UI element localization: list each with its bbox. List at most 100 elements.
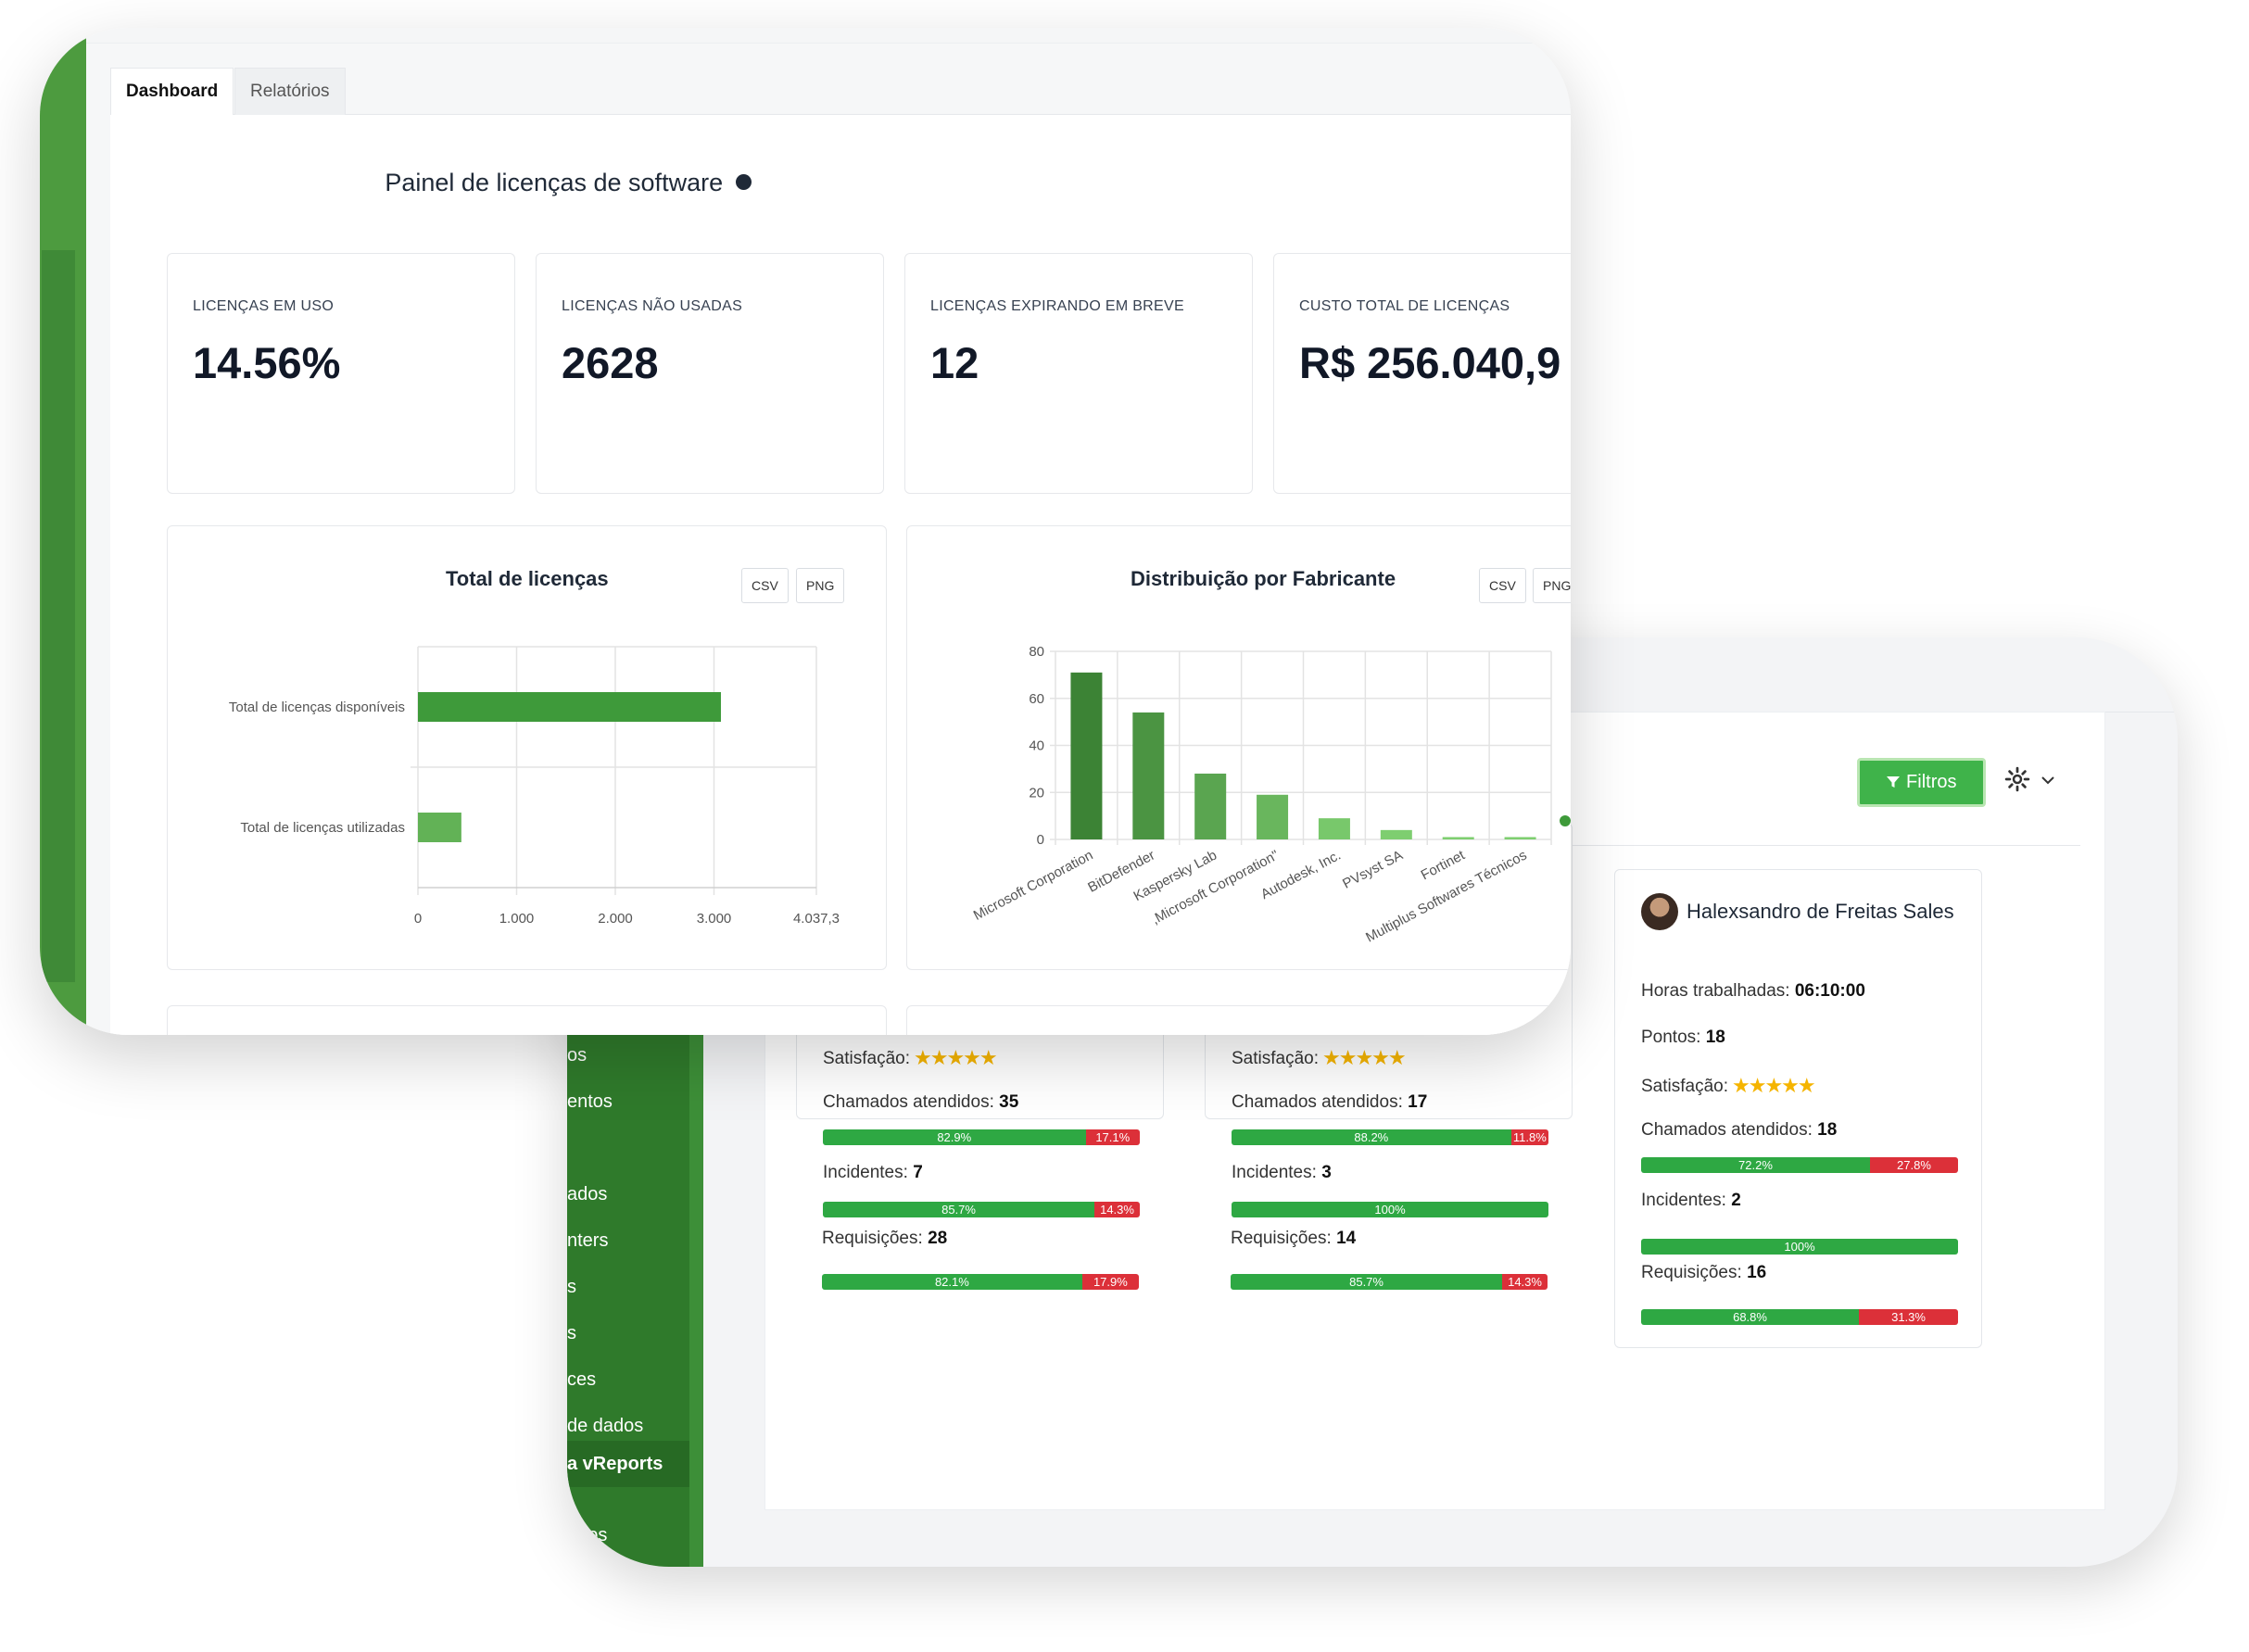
page-title: Painel de licenças de software [40,169,1096,197]
y-tick-label: 60 [1029,691,1044,707]
x-tick-label: Fortinet [1419,847,1469,883]
calls-line: Chamados atendidos: 18 [1641,1120,1838,1140]
y-tick-label: 40 [1029,738,1044,754]
kpi-value: 14.56% [193,338,341,387]
y-tick-label: Total de licenças disponíveis [229,700,405,715]
bar [1318,818,1350,839]
bar [418,813,461,842]
kpi-value: 2628 [562,338,659,387]
incidents-line: Incidentes: 3 [1232,1163,1332,1182]
top-strip [86,28,1571,44]
x-tick-label: 2.000 [598,911,633,927]
x-tick-label: PVsyst SA [1340,848,1406,892]
filter-label: Filtros [1906,772,1957,792]
incidents-progress: 100% [1641,1239,1958,1255]
tab-reports[interactable]: Relatórios [234,68,346,115]
incidents-progress: 85.7% 14.3% [823,1202,1140,1217]
chart-title: Total de licenças [446,567,609,590]
settings-dropdown[interactable] [2003,765,2059,797]
sidebar-item[interactable]: ados [567,1525,607,1546]
x-tick-label: 4.037,3 [793,911,840,927]
y-tick-label: Total de licenças utilizadas [240,820,405,836]
card-stub [167,1005,887,1035]
filter-button[interactable]: Filtros [1857,758,1986,807]
requests-line: Requisições: 14 [1231,1229,1357,1248]
sidebar-item-active[interactable]: a vReports [567,1441,689,1487]
kpi-value: 12 [930,338,979,387]
bar [1257,794,1289,839]
y-tick-label: 0 [1037,832,1044,848]
tab-dashboard[interactable]: Dashboard [110,68,234,115]
sidebar-item[interactable]: s [567,1323,576,1344]
bar [1380,829,1412,839]
bar [1504,837,1536,839]
x-tick-label: 3.000 [697,911,732,927]
kpi-card: LICENÇAS EXPIRANDO EM BREVE 12 [904,253,1253,494]
sidebar-shade [42,250,75,982]
csv-button[interactable]: CSV [1479,568,1526,603]
sidebar-item[interactable]: s [567,1277,576,1298]
legend-dot [1560,815,1571,826]
chart-total-licencas: 0 1.000 2.000 3.000 4.037,3 Total de licenças… [229,646,840,927]
satisfaction-line: Satisfação: ★★★★★ [823,1046,998,1069]
calls-progress: 82.9% 17.1% [823,1129,1140,1145]
png-button[interactable]: PNG [1533,568,1571,603]
sidebar-item[interactable]: ados [567,1184,607,1205]
points-line: Pontos: 18 [1641,1028,1725,1047]
incidents-line: Incidentes: 2 [1641,1191,1741,1210]
x-tick-label: Microsoft Corporation [971,848,1096,924]
png-button[interactable]: PNG [796,568,845,603]
sidebar-item[interactable]: nters [567,1230,608,1252]
requests-line: Requisições: 16 [1641,1263,1767,1282]
x-tick-label: 1.000 [499,911,535,927]
bar [1070,672,1103,839]
page-title-text: Painel de licenças de software [385,169,724,196]
requests-progress: 85.7% 14.3% [1231,1274,1548,1290]
chart-title: Distribuição por Fabricante [1131,567,1396,590]
kpi-card: CUSTO TOTAL DE LICENÇAS R$ 256.040,9 [1273,253,1571,494]
kpi-label: LICENÇAS NÃO USADAS [562,298,743,314]
card-stub [906,1005,1571,1035]
incidents-progress: 100% [1232,1202,1548,1217]
gear-icon [2003,766,2035,797]
front-window: Dashboard Relatórios Painel de licenças … [40,28,1571,1035]
info-icon[interactable] [735,174,752,190]
x-tick-label: 0 [414,911,422,927]
star-rating: ★★★★★ [1322,1046,1407,1069]
kpi-card: LICENÇAS NÃO USADAS 2628 [536,253,884,494]
bar [1132,712,1165,839]
hours-line: Horas trabalhadas: 06:10:00 [1641,981,1865,1001]
kpi-value: R$ 256.040,9 [1299,338,1561,387]
sidebar-item[interactable]: e [567,1499,577,1520]
chart-card-total: Total de licenças CSV PNG 0 1.000 2.000 3.0… [167,525,887,970]
satisfaction-line: Satisfação: ★★★★★ [1641,1074,1816,1097]
funnel-icon [1886,772,1906,792]
chart-distribuicao-fabricante: 020406080Microsoft CorporationBitDefende… [971,644,1571,946]
satisfaction-line: Satisfação: ★★★★★ [1232,1046,1407,1069]
chart-card-fabricante: Distribuição por Fabricante CSV PNG 0 20 4… [906,525,1571,970]
star-rating: ★★★★★ [914,1046,998,1069]
calls-progress: 72.2% 27.8% [1641,1157,1958,1173]
calls-line: Chamados atendidos: 17 [1232,1092,1428,1112]
sidebar-item[interactable]: ces [567,1369,596,1391]
bar [1442,837,1474,839]
bar [1194,773,1227,839]
sidebar-item[interactable]: entos [567,1091,613,1113]
sidebar-item[interactable]: os [567,1045,587,1066]
kpi-label: LICENÇAS EM USO [193,298,335,314]
chevron-down-icon [2035,776,2057,797]
calls-line: Chamados atendidos: 35 [823,1092,1019,1112]
csv-button[interactable]: CSV [741,568,789,603]
agent-name: Halexsandro de Freitas Sales [1687,900,1954,923]
sidebar-item[interactable]: de dados [567,1416,643,1437]
kpi-label: CUSTO TOTAL DE LICENÇAS [1299,298,1510,314]
bar [418,692,721,722]
requests-progress: 68.8% 31.3% [1641,1309,1958,1325]
star-rating: ★★★★★ [1732,1074,1816,1097]
y-tick-label: 80 [1029,644,1044,660]
incidents-line: Incidentes: 7 [823,1163,923,1182]
kpi-label: LICENÇAS EXPIRANDO EM BREVE [930,298,1184,314]
requests-progress: 82.1% 17.9% [822,1274,1139,1290]
agent-card: Halexsandro de Freitas Sales Horas traba… [1614,869,1982,1348]
requests-line: Requisições: 28 [822,1229,948,1248]
